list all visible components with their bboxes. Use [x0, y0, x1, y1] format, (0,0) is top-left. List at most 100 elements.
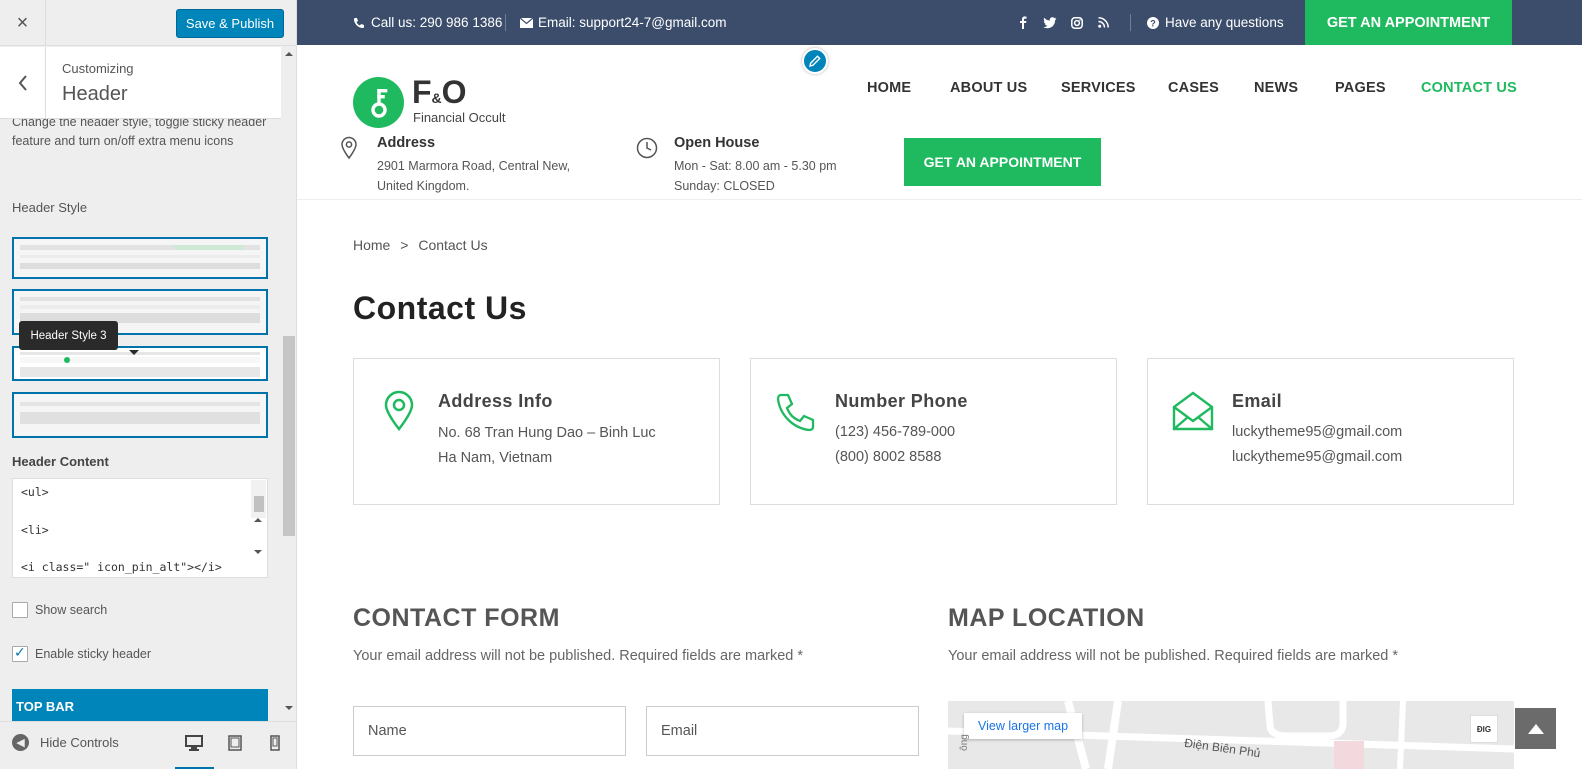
show-search-label: Show search	[35, 603, 108, 617]
section-title: Header	[62, 83, 128, 105]
open-house-title: Open House	[674, 135, 760, 151]
code-line: <i class=" icon_pin_alt"></i>	[21, 560, 222, 574]
open-hours-line-2: Sunday: CLOSED	[674, 179, 775, 193]
nav-home[interactable]: HOME	[867, 80, 911, 96]
mobile-preview-icon[interactable]	[264, 732, 286, 754]
name-input[interactable]	[353, 706, 626, 756]
phone-icon	[354, 17, 364, 28]
nav-services[interactable]: SERVICES	[1061, 80, 1136, 96]
arrow-up-icon	[1527, 723, 1544, 734]
svg-text:?: ?	[1150, 18, 1156, 28]
customizer-footer: ◀ Hide Controls	[0, 721, 296, 769]
address-info-card: Address Info No. 68 Tran Hung Dao – Binh…	[353, 358, 720, 505]
textarea-scrollbar[interactable]	[251, 480, 266, 554]
map-pin-icon	[341, 136, 357, 160]
nav-cases[interactable]: CASES	[1168, 80, 1219, 96]
map-pin-icon	[384, 390, 414, 431]
embedded-map[interactable]: View larger map Điện Biên Phủ ông ĐIG	[948, 701, 1514, 769]
header-content-textarea[interactable]: <ul> <li> <i class=" icon_pin_alt"></i>	[12, 478, 268, 578]
phone-info-card: Number Phone (123) 456-789-000 (800) 800…	[750, 358, 1117, 505]
view-larger-map-link[interactable]: View larger map	[964, 713, 1083, 739]
topbar-appointment-button[interactable]: GET AN APPOINTMENT	[1305, 0, 1512, 45]
phone-contact[interactable]: Call us: 290 986 1386	[353, 0, 502, 45]
sidebar-scrollbar[interactable]	[282, 46, 296, 716]
top-bar-section[interactable]: TOP BAR	[12, 689, 268, 723]
card-title: Email	[1232, 391, 1283, 411]
phone-icon	[776, 393, 815, 432]
back-to-top-button[interactable]	[1515, 708, 1556, 749]
logo-tagline: Financial Occult	[413, 110, 506, 125]
site-top-bar: Call us: 290 986 1386 Email: support24-7…	[297, 0, 1582, 45]
map-brand-logo: ĐIG	[1470, 715, 1498, 743]
close-icon[interactable]: ×	[0, 0, 46, 46]
customizer-header: × Save & Publish	[0, 0, 296, 46]
logo-wordmark[interactable]: F&O	[412, 74, 467, 111]
save-publish-button[interactable]: Save & Publish	[176, 9, 284, 38]
desktop-preview-icon[interactable]	[183, 732, 205, 754]
card-line: luckytheme95@gmail.com	[1232, 449, 1403, 465]
card-title: Number Phone	[835, 391, 968, 411]
header-appointment-button[interactable]: GET AN APPOINTMENT	[904, 138, 1101, 186]
sticky-header-label: Enable sticky header	[35, 647, 152, 661]
nav-pages[interactable]: PAGES	[1335, 80, 1386, 96]
edit-pencil-icon[interactable]	[802, 48, 828, 74]
clock-icon	[636, 137, 658, 159]
breadcrumb-separator: >	[400, 237, 409, 253]
card-line: (800) 8002 8588	[835, 449, 942, 465]
email-contact[interactable]: Email: support24-7@gmail.com	[520, 0, 727, 45]
nav-news[interactable]: NEWS	[1254, 80, 1298, 96]
hide-controls-label: Hide Controls	[40, 735, 119, 750]
card-line: No. 68 Tran Hung Dao – Binh Luc	[438, 425, 656, 441]
address-line-2: United Kingdom.	[377, 179, 470, 193]
breadcrumb-home[interactable]: Home	[353, 237, 390, 253]
email-input[interactable]	[646, 706, 919, 756]
question-circle-icon: ?	[1147, 16, 1159, 29]
header-style-4-thumb[interactable]	[12, 392, 268, 438]
envelope-icon	[520, 17, 533, 28]
questions-text: Have any questions	[1165, 15, 1284, 30]
customizing-label: Customizing	[62, 61, 134, 76]
header-style-3-thumb[interactable]	[12, 346, 268, 381]
card-line: luckytheme95@gmail.com	[1232, 424, 1403, 440]
card-title: Address Info	[438, 391, 553, 411]
email-info-card: Email luckytheme95@gmail.com luckytheme9…	[1147, 358, 1514, 505]
header-style-1-thumb[interactable]	[12, 237, 268, 279]
header-style-tooltip: Header Style 3	[19, 321, 139, 355]
logo-letter-o: O	[441, 74, 467, 110]
header-style-label: Header Style	[12, 200, 88, 215]
facebook-icon[interactable]	[1019, 0, 1027, 45]
breadcrumb-current: Contact Us	[418, 237, 488, 253]
email-text: Email: support24-7@gmail.com	[538, 15, 727, 30]
open-hours-line-1: Mon - Sat: 8.00 am - 5.30 pm	[674, 159, 837, 173]
instagram-icon[interactable]	[1071, 0, 1083, 45]
logo-ampersand: &	[431, 90, 442, 106]
map-location-title: MAP LOCATION	[948, 604, 1145, 632]
card-line: Ha Nam, Vietnam	[438, 450, 553, 466]
address-line-1: 2901 Marmora Road, Central New,	[377, 159, 571, 173]
nav-about-us[interactable]: ABOUT US	[950, 80, 1027, 96]
code-line: <li>	[21, 522, 49, 537]
sticky-header-checkbox[interactable]	[12, 644, 28, 662]
card-line: (123) 456-789-000	[835, 424, 956, 440]
questions-link[interactable]: ? Have any questions	[1147, 0, 1284, 45]
header-content-label: Header Content	[12, 454, 109, 469]
map-side-label: ông	[958, 734, 970, 751]
twitter-icon[interactable]	[1043, 0, 1057, 45]
hide-controls-button[interactable]: ◀ Hide Controls	[12, 734, 119, 751]
map-location-note: Your email address will not be published…	[948, 648, 1399, 664]
tablet-preview-icon[interactable]	[224, 732, 246, 754]
show-search-checkbox[interactable]	[12, 602, 28, 618]
back-arrow-icon[interactable]	[0, 47, 46, 119]
logo-key-icon[interactable]	[353, 77, 404, 128]
address-title: Address	[377, 135, 436, 151]
code-line: <ul>	[21, 485, 49, 499]
nav-contact-us[interactable]: CONTACT US	[1421, 80, 1517, 96]
customizer-sidebar: × Save & Publish Customizing Header Chan…	[0, 0, 297, 769]
rss-icon[interactable]	[1098, 0, 1109, 45]
breadcrumb: Home > Contact Us	[353, 237, 488, 253]
logo-letter-f: F	[412, 74, 432, 110]
section-heading: Customizing Header	[0, 47, 281, 119]
collapse-left-icon: ◀	[12, 734, 29, 751]
contact-form-title: CONTACT FORM	[353, 604, 560, 632]
envelope-icon	[1172, 391, 1214, 431]
